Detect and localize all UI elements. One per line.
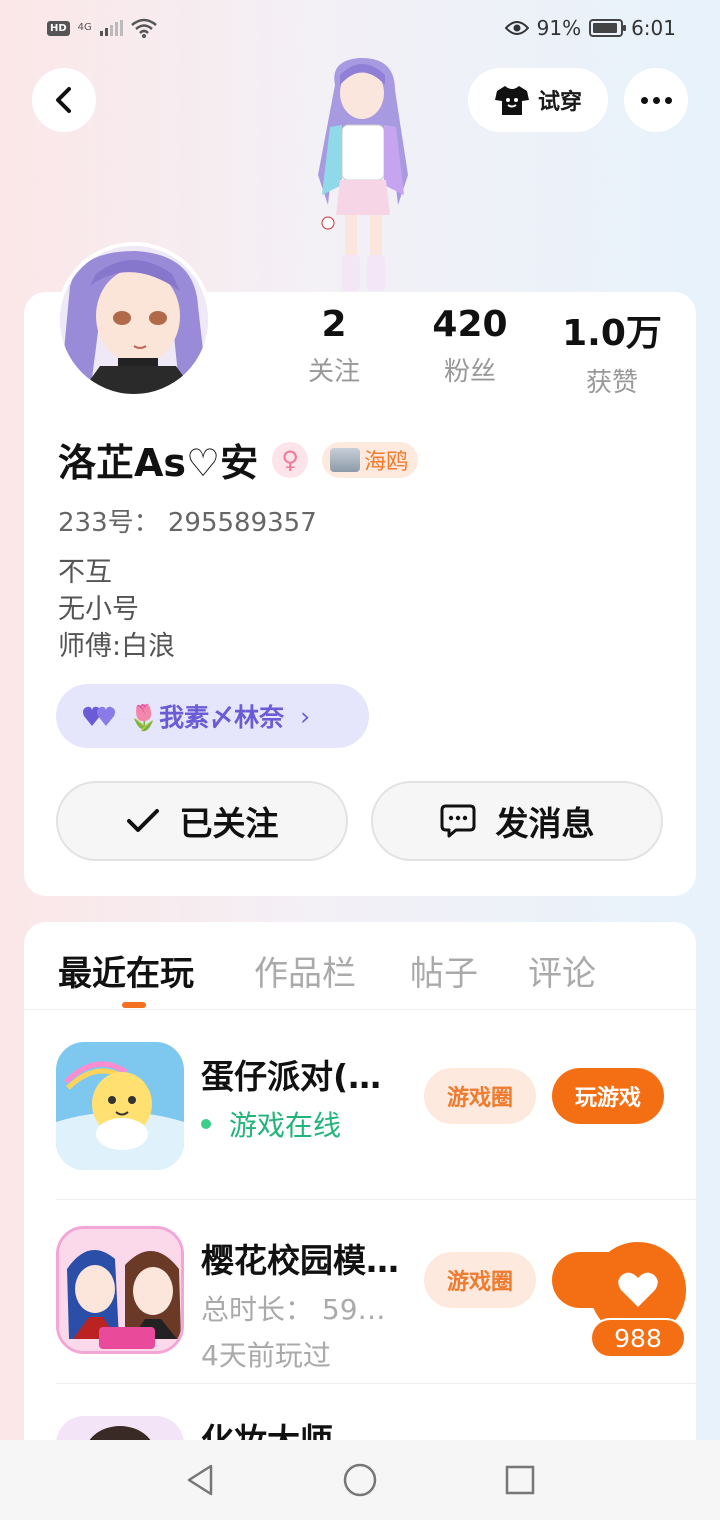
seagull-icon — [330, 447, 361, 472]
bio-line: 无小号 — [58, 594, 139, 625]
wifi-icon — [130, 18, 157, 38]
tab-works[interactable]: 作品栏 — [254, 946, 356, 995]
tab-bar: 最近在玩 作品栏 帖子 评论 — [24, 922, 696, 1010]
heart-icon — [618, 1272, 658, 1307]
bio: 不互 无小号 师傅:白浪 — [58, 554, 175, 665]
back-arrow-icon — [56, 87, 71, 113]
followers-label: 粉丝 — [443, 357, 496, 387]
relation-link[interactable]: 🌷我素〆林奈 › — [56, 684, 369, 748]
eye-comfort-icon — [504, 21, 529, 35]
stat-likes[interactable]: 1.0万 获赞 — [542, 304, 682, 399]
content-card: 最近在玩 作品栏 帖子 评论 蛋仔派对(… 游戏在线 游戏圈 玩游戏 樱花校园模… — [24, 922, 696, 1520]
status-left: HD 4G — [47, 18, 157, 38]
system-nav-bar — [0, 1440, 720, 1520]
signal-icon — [99, 20, 123, 36]
last-played: 4天前玩过 — [201, 1339, 331, 1372]
tab-indicator — [122, 1002, 146, 1008]
following-label: 关注 — [307, 357, 360, 387]
back-button[interactable] — [32, 68, 96, 132]
user-name: 洛芷As♡安 — [58, 441, 259, 485]
square-recents-icon — [505, 1465, 535, 1495]
bio-line: 不互 — [58, 557, 112, 588]
battery-fill — [593, 23, 617, 33]
hearts-icon — [83, 706, 115, 726]
play-game-button[interactable]: 玩游戏 — [552, 1068, 664, 1124]
following-count: 2 — [321, 304, 347, 345]
user-id: 233号： 295589357 — [58, 508, 317, 538]
play-duration: 总时长： 59… — [201, 1293, 386, 1326]
triangle-back-icon — [187, 1464, 213, 1496]
game-circle-button[interactable]: 游戏圈 — [424, 1068, 536, 1124]
avatar-character-figure — [318, 57, 408, 291]
followed-label: 已关注 — [179, 804, 279, 843]
like-count: 988 — [590, 1318, 686, 1358]
try-on-label: 试穿 — [537, 90, 582, 115]
nav-recents-button[interactable] — [502, 1462, 538, 1498]
stat-following[interactable]: 2 关注 — [264, 304, 404, 388]
more-icon — [640, 96, 672, 104]
followers-count: 420 — [432, 304, 508, 345]
avatar-image — [60, 246, 208, 394]
clock: 6:01 — [631, 16, 676, 40]
battery-icon — [589, 19, 627, 37]
online-status-label: 游戏在线 — [229, 1109, 342, 1142]
tshirt-icon — [494, 86, 529, 115]
stat-followers[interactable]: 420 粉丝 — [400, 304, 540, 388]
game-row[interactable]: 蛋仔派对(… 游戏在线 游戏圈 玩游戏 — [56, 1010, 696, 1200]
chat-bubble-icon — [440, 804, 475, 838]
more-button[interactable] — [624, 68, 688, 132]
avatar[interactable] — [56, 242, 212, 398]
online-dot-icon — [201, 1119, 211, 1129]
game-title: 蛋仔派对(… — [201, 1057, 382, 1096]
online-status: 游戏在线 — [201, 1104, 341, 1144]
check-icon — [126, 809, 159, 832]
relation-label: 🌷我素〆林奈 — [128, 703, 285, 732]
bio-line: 师傅:白浪 — [58, 631, 176, 662]
name-row: 洛芷As♡安 ♀ 海鸥 — [58, 432, 419, 487]
network-type: 4G — [77, 22, 92, 33]
message-button[interactable]: 发消息 — [371, 781, 663, 861]
likes-count: 1.0万 — [562, 313, 662, 354]
followed-button[interactable]: 已关注 — [56, 781, 348, 861]
game-icon-sakura-school — [56, 1226, 184, 1354]
message-label: 发消息 — [495, 804, 595, 843]
likes-label: 获赞 — [585, 368, 638, 398]
battery-percent: 91% — [536, 16, 582, 40]
circle-home-icon — [343, 1463, 377, 1497]
hd-badge: HD — [47, 20, 70, 36]
tab-posts[interactable]: 帖子 — [410, 946, 478, 995]
chevron-right-icon: › — [300, 701, 311, 731]
nav-back-button[interactable] — [182, 1462, 218, 1498]
nav-home-button[interactable] — [342, 1462, 378, 1498]
tab-comments[interactable]: 评论 — [528, 946, 596, 995]
game-circle-button[interactable]: 游戏圈 — [424, 1252, 536, 1308]
game-icon-eggy-party — [56, 1042, 184, 1170]
status-right: 91% 6:01 — [504, 16, 676, 40]
try-on-button[interactable]: 试穿 — [468, 68, 608, 132]
tab-recently-played[interactable]: 最近在玩 — [58, 946, 194, 995]
status-bar: HD 4G 91% 6:01 — [0, 0, 720, 58]
user-tag[interactable]: 海鸥 — [322, 441, 419, 478]
female-icon: ♀ — [272, 441, 309, 478]
game-title: 樱花校园模… — [201, 1241, 399, 1280]
tag-label: 海鸥 — [364, 449, 409, 475]
